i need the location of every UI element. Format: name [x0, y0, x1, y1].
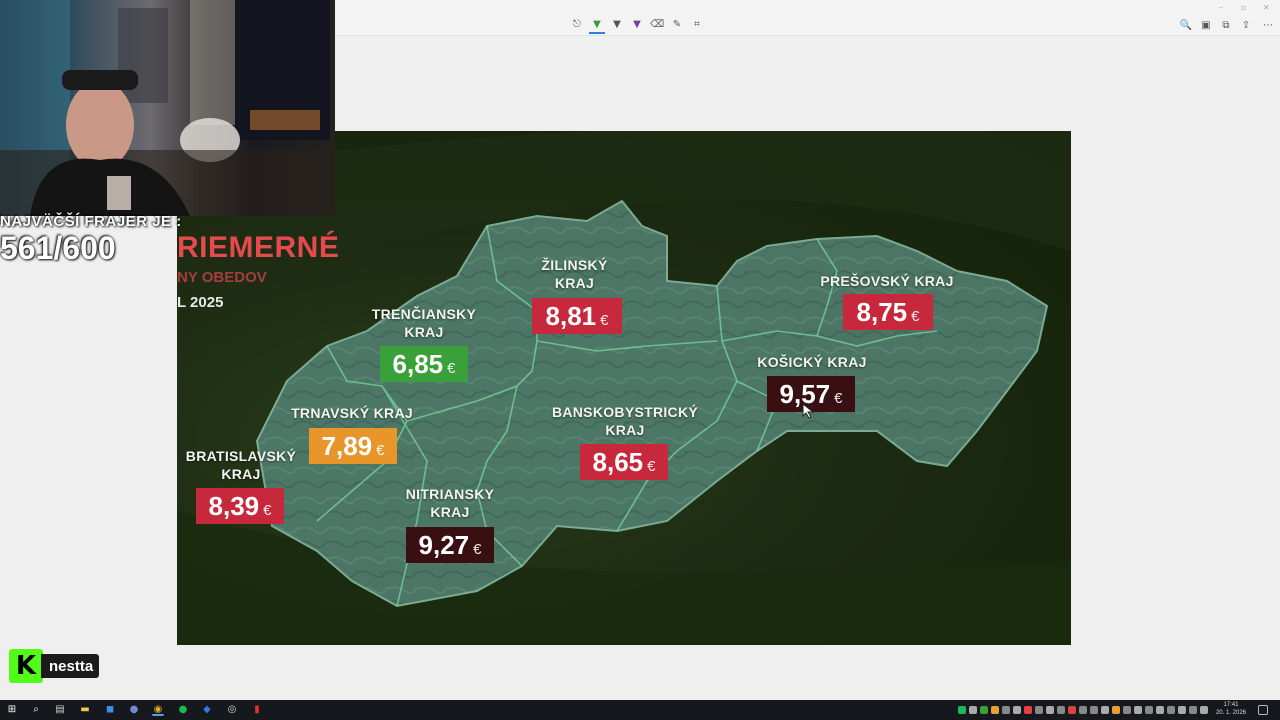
price-badge-presovsky: 8,75 €	[843, 294, 933, 330]
tray-icon[interactable]	[1057, 706, 1065, 714]
notifications-icon[interactable]	[1258, 705, 1268, 715]
eraser-icon[interactable]: ⌫	[650, 17, 664, 31]
file-explorer-icon[interactable]: ▬	[79, 704, 91, 716]
discord-icon[interactable]: ●	[128, 704, 140, 716]
region-label-trnavsky: TRNAVSKÝ KRAJ	[291, 405, 413, 421]
tray-icon[interactable]	[969, 706, 977, 714]
price-badge-zilinsky: 8,81 €	[532, 298, 622, 334]
price-badge-bratislavsky: 8,39 €	[196, 488, 284, 524]
kick-badge: K nestta	[9, 649, 100, 683]
headline-year: L 2025	[177, 294, 224, 311]
obs-icon[interactable]: ◎	[226, 704, 238, 716]
streak-label: NAJVÄČŠÍ FRAJER JE :	[0, 213, 182, 230]
maximize-icon[interactable]: ▫	[1241, 3, 1246, 12]
app-blue-icon[interactable]: ◆	[201, 704, 213, 716]
tray-icon[interactable]	[1024, 706, 1032, 714]
close-icon[interactable]: ✕	[1263, 3, 1270, 12]
price-badge-banskobystricky: 8,65 €	[580, 444, 668, 480]
taskbar: ⊞ ⌕ ▤ ▬ ◼ ● ◉ ● ◆ ◎ ▮ 17:41 20. 1. 2026	[0, 700, 1280, 720]
task-view-icon[interactable]: ▤	[54, 704, 66, 716]
save-icon[interactable]: ▣	[1199, 18, 1213, 32]
tray-icon[interactable]	[980, 706, 988, 714]
clock-time: 17:41	[1223, 702, 1239, 708]
taskbar-clock[interactable]: 17:41 20. 1. 2026	[1216, 701, 1246, 717]
highlighter-green-icon[interactable]: ▼	[589, 17, 605, 34]
region-label-banskobystricky: BANSKOBYSTRICKÝ KRAJ	[551, 404, 699, 438]
store-icon[interactable]: ◼	[104, 704, 116, 716]
tray-icon[interactable]	[1189, 706, 1197, 714]
tray-icon[interactable]	[1101, 706, 1109, 714]
price-badge-trenciansky: 6,85 €	[380, 346, 468, 382]
select-icon[interactable]: ⎋	[570, 17, 584, 31]
mouse-cursor-icon	[802, 403, 815, 419]
tray-icon[interactable]	[1145, 706, 1153, 714]
tray-icon[interactable]	[1156, 706, 1164, 714]
webcam-overlay	[0, 0, 335, 216]
tray-icon[interactable]	[1112, 706, 1120, 714]
region-label-trenciansky: TRENČIANSKY KRAJ	[371, 306, 477, 340]
region-label-bratislavsky: BRATISLAVSKÝ KRAJ	[185, 448, 297, 482]
zoom-icon[interactable]: 🔍	[1179, 18, 1193, 32]
pen-icon[interactable]: ▼	[610, 17, 624, 31]
tray-icon[interactable]	[1200, 706, 1208, 714]
tray-icon[interactable]	[958, 706, 966, 714]
tray-icon[interactable]	[991, 706, 999, 714]
more-icon[interactable]: ⋯	[1261, 18, 1275, 32]
windows-start-icon[interactable]: ⊞	[6, 704, 18, 716]
chrome-icon[interactable]: ◉	[152, 704, 164, 716]
streak-count: 561/600	[0, 230, 116, 266]
region-label-zilinsky: ŽILINSKÝ KRAJ	[541, 257, 608, 291]
tray-icon[interactable]	[1035, 706, 1043, 714]
tray-icon[interactable]	[1002, 706, 1010, 714]
headline: RIEMERNÉ	[177, 231, 340, 264]
pencil-icon[interactable]: ✎	[670, 17, 684, 31]
tray-icon[interactable]	[1079, 706, 1087, 714]
crop-icon[interactable]: ⌗	[690, 17, 704, 31]
app-red-icon[interactable]: ▮	[251, 704, 263, 716]
tray-icon[interactable]	[1167, 706, 1175, 714]
tray-icon[interactable]	[1123, 706, 1131, 714]
region-label-nitriansky: NITRIANSKY KRAJ	[405, 486, 495, 520]
spotify-icon[interactable]: ●	[177, 704, 189, 716]
region-label-presovsky: PREŠOVSKÝ KRAJ	[820, 273, 954, 289]
copy-icon[interactable]: ⧉	[1219, 18, 1233, 32]
subheadline: NY OBEDOV	[177, 269, 267, 286]
kick-username: nestta	[41, 654, 100, 678]
minimize-icon[interactable]: –	[1219, 3, 1223, 12]
kick-logo-icon: K	[9, 649, 43, 683]
tray-icon[interactable]	[1178, 706, 1186, 714]
region-label-kosicky: KOŠICKÝ KRAJ	[757, 354, 867, 370]
streamer-video	[0, 0, 335, 216]
share-icon[interactable]: ⇪	[1239, 18, 1253, 32]
tray-icon[interactable]	[1134, 706, 1142, 714]
tray-icon[interactable]	[1068, 706, 1076, 714]
search-icon[interactable]: ⌕	[30, 704, 42, 716]
clock-date: 20. 1. 2026	[1215, 710, 1246, 716]
price-badge-nitriansky: 9,27 €	[406, 527, 494, 563]
highlighter-purple-icon[interactable]: ▼	[630, 17, 644, 31]
tray-icon[interactable]	[1013, 706, 1021, 714]
tray-icon[interactable]	[1090, 706, 1098, 714]
tray-icon[interactable]	[1046, 706, 1054, 714]
price-badge-trnavsky: 7,89 €	[309, 428, 397, 464]
